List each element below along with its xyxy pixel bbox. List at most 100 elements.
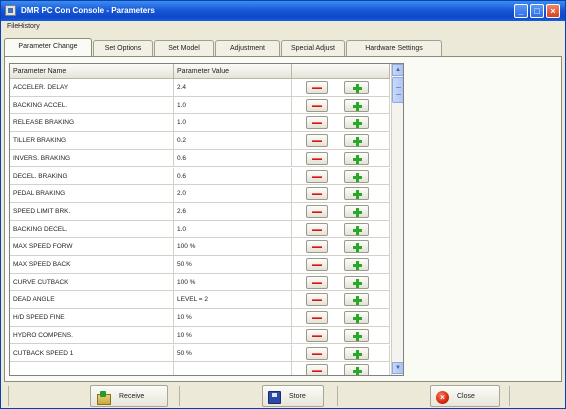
increase-button[interactable] <box>344 346 369 360</box>
parameter-value-cell[interactable]: 1.0 <box>174 96 292 115</box>
table-row[interactable]: HYDRO COMPENS. 10 % <box>10 326 390 345</box>
increase-button[interactable] <box>344 187 369 201</box>
scroll-thumb[interactable] <box>392 77 403 103</box>
tab-parameter-change[interactable]: Parameter Change <box>4 38 92 56</box>
menu-bar: File History <box>1 21 565 33</box>
menu-history[interactable]: History <box>18 23 40 30</box>
maximize-button[interactable]: □ <box>530 4 544 18</box>
decrease-button[interactable] <box>306 364 328 375</box>
increase-button[interactable] <box>344 328 369 342</box>
parameter-value-cell[interactable]: LEVEL = 2 <box>174 291 292 310</box>
table-row[interactable]: PEDAL BRAKING 2.0 <box>10 185 390 203</box>
decrease-button[interactable] <box>306 293 328 307</box>
parameter-value-cell[interactable]: 2.6 <box>174 202 292 221</box>
decrease-button[interactable] <box>306 169 328 183</box>
decrease-button[interactable] <box>306 258 328 271</box>
parameter-name-cell: INVERS. BRAKING <box>10 149 174 168</box>
increase-button[interactable] <box>344 151 369 165</box>
table-row[interactable]: MAX SPEED BACK 50 % <box>10 256 390 274</box>
minimize-button[interactable]: _ <box>514 4 528 18</box>
table-row[interactable]: ACCELER. DELAY 2.4 <box>10 79 390 97</box>
title-bar[interactable]: DMR PC Con Console - Parameters _ □ × <box>1 1 565 21</box>
increase-button[interactable] <box>344 311 369 325</box>
decrease-button[interactable] <box>306 134 328 148</box>
tab-adjustment[interactable]: Adjustment <box>215 40 280 56</box>
decrease-button[interactable] <box>306 275 328 289</box>
close-button[interactable]: × Close <box>430 385 500 407</box>
table-row[interactable]: DEAD ANGLE LEVEL = 2 <box>10 291 390 310</box>
increase-button[interactable] <box>344 258 369 271</box>
increase-button[interactable] <box>344 134 369 148</box>
action-cell <box>292 79 390 97</box>
table-row[interactable]: RELEASE BRAKING 1.0 <box>10 114 390 133</box>
action-cell <box>292 362 390 375</box>
table-row[interactable] <box>10 362 390 375</box>
decrease-button[interactable] <box>306 346 328 360</box>
increase-button[interactable] <box>344 293 369 307</box>
action-cell <box>292 273 390 292</box>
scroll-down-button[interactable]: ▼ <box>392 362 403 374</box>
tab-set-options[interactable]: Set Options <box>93 40 153 56</box>
table-row[interactable]: BACKING ACCEL. 1.0 <box>10 96 390 115</box>
parameter-value-cell[interactable]: 0.6 <box>174 167 292 186</box>
table-row[interactable]: BACKING DECEL. 1.0 <box>10 220 390 239</box>
increase-button[interactable] <box>344 98 369 112</box>
save-button[interactable]: Store <box>262 385 324 407</box>
increase-button[interactable] <box>344 116 369 130</box>
action-cell <box>292 326 390 345</box>
parameter-value-cell[interactable]: 2.0 <box>174 185 292 203</box>
decrease-button[interactable] <box>306 116 328 130</box>
decrease-button[interactable] <box>306 240 328 254</box>
table-row[interactable]: CUTBACK SPEED 1 50 % <box>10 344 390 363</box>
menu-file[interactable]: File <box>7 23 18 30</box>
tab-hardware-settings[interactable]: Hardware Settings <box>346 40 442 56</box>
parameter-value-cell[interactable]: 2.4 <box>174 79 292 97</box>
decrease-button[interactable] <box>306 311 328 325</box>
plus-icon <box>353 207 362 217</box>
tab-special-adjust[interactable]: Special Adjust <box>281 40 345 56</box>
decrease-button[interactable] <box>306 151 328 165</box>
table-row[interactable]: MAX SPEED FORW 100 % <box>10 238 390 256</box>
table-row[interactable]: CURVE CUTBACK 100 % <box>10 273 390 292</box>
parameter-value-cell[interactable]: 100 % <box>174 273 292 292</box>
parameter-value-cell[interactable]: 10 % <box>174 309 292 327</box>
table-row[interactable]: TILLER BRAKING 0.2 <box>10 132 390 150</box>
plus-icon <box>353 261 362 270</box>
decrease-button[interactable] <box>306 204 328 218</box>
minus-icon <box>312 299 322 302</box>
parameter-value-cell[interactable]: 50 % <box>174 344 292 363</box>
receive-button[interactable]: Receive <box>90 385 168 407</box>
parameter-value-cell[interactable] <box>174 362 292 375</box>
table-row[interactable]: H/D SPEED FINE 10 % <box>10 309 390 327</box>
parameter-value-cell[interactable]: 100 % <box>174 238 292 256</box>
decrease-button[interactable] <box>306 328 328 342</box>
parameter-value-cell[interactable]: 10 % <box>174 326 292 345</box>
decrease-button[interactable] <box>306 81 328 94</box>
increase-button[interactable] <box>344 364 369 375</box>
parameter-value-cell[interactable]: 0.2 <box>174 132 292 150</box>
parameter-value-cell[interactable]: 1.0 <box>174 220 292 239</box>
tab-set-model[interactable]: Set Model <box>154 40 214 56</box>
column-header-parameter-value[interactable]: Parameter Value <box>174 64 292 79</box>
table-row[interactable]: DECEL. BRAKING 0.6 <box>10 167 390 186</box>
minus-icon <box>312 370 322 373</box>
parameter-value-cell[interactable]: 1.0 <box>174 114 292 133</box>
plus-icon <box>353 154 362 164</box>
increase-button[interactable] <box>344 169 369 183</box>
parameter-value-cell[interactable]: 0.6 <box>174 149 292 168</box>
increase-button[interactable] <box>344 204 369 218</box>
table-row[interactable]: SPEED LIMIT BRK. 2.6 <box>10 202 390 221</box>
increase-button[interactable] <box>344 222 369 236</box>
parameter-value-cell[interactable]: 50 % <box>174 256 292 274</box>
decrease-button[interactable] <box>306 187 328 201</box>
column-header-parameter-name[interactable]: Parameter Name <box>10 64 174 79</box>
increase-button[interactable] <box>344 240 369 254</box>
increase-button[interactable] <box>344 81 369 94</box>
table-row[interactable]: INVERS. BRAKING 0.6 <box>10 149 390 168</box>
decrease-button[interactable] <box>306 222 328 236</box>
increase-button[interactable] <box>344 275 369 289</box>
close-window-button[interactable]: × <box>546 4 560 18</box>
scroll-up-button[interactable]: ▲ <box>392 64 403 76</box>
vertical-scrollbar[interactable]: ▲ ▼ <box>391 64 403 375</box>
decrease-button[interactable] <box>306 98 328 112</box>
